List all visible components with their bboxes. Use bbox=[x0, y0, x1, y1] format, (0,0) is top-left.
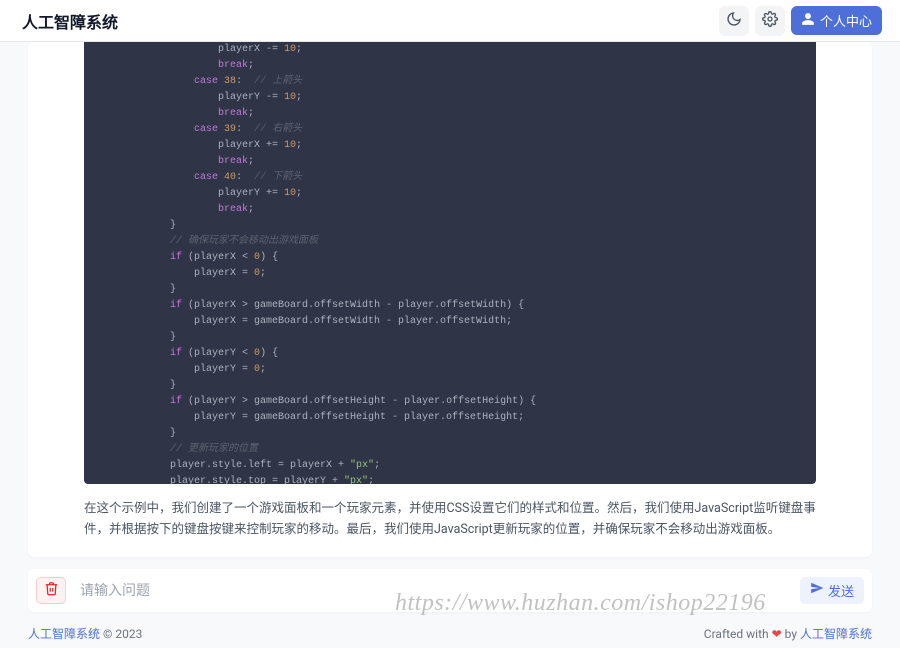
chat-message: playerX -= 10; break; case 38: // 上箭头 pl… bbox=[28, 42, 872, 557]
footer-right: Crafted with ❤ by 人工智障系统 bbox=[704, 625, 872, 642]
settings-button[interactable] bbox=[755, 6, 785, 36]
moon-icon bbox=[726, 11, 742, 31]
footer-copyright: © 2023 bbox=[100, 627, 142, 641]
app-header: 人工智障系统 个人中心 bbox=[0, 0, 900, 42]
footer-left: 人工智障系统 © 2023 bbox=[28, 625, 142, 642]
user-icon bbox=[801, 12, 815, 30]
gear-icon bbox=[762, 11, 778, 31]
profile-button[interactable]: 个人中心 bbox=[791, 6, 882, 35]
heart-icon: ❤ bbox=[772, 627, 782, 641]
assistant-explanation: 在这个示例中，我们创建了一个游戏面板和一个玩家元素，并使用CSS设置它们的样式和… bbox=[28, 498, 872, 557]
theme-toggle-button[interactable] bbox=[719, 6, 749, 36]
message-input[interactable] bbox=[74, 577, 792, 604]
input-row: 发送 bbox=[28, 569, 872, 612]
app-title: 人工智障系统 bbox=[22, 9, 118, 33]
trash-icon bbox=[44, 581, 59, 600]
send-label: 发送 bbox=[828, 581, 854, 600]
footer: 人工智障系统 © 2023 Crafted with ❤ by 人工智障系统 bbox=[0, 618, 900, 648]
clear-button[interactable] bbox=[36, 577, 66, 604]
profile-label: 个人中心 bbox=[820, 11, 872, 30]
send-icon bbox=[810, 581, 824, 599]
code-block: playerX -= 10; break; case 38: // 上箭头 pl… bbox=[84, 42, 816, 484]
main-area: playerX -= 10; break; case 38: // 上箭头 pl… bbox=[0, 42, 900, 612]
footer-brand-link[interactable]: 人工智障系统 bbox=[28, 627, 100, 641]
header-actions: 个人中心 bbox=[719, 6, 882, 36]
send-button[interactable]: 发送 bbox=[800, 577, 864, 604]
footer-author-link[interactable]: 人工智障系统 bbox=[800, 627, 872, 641]
